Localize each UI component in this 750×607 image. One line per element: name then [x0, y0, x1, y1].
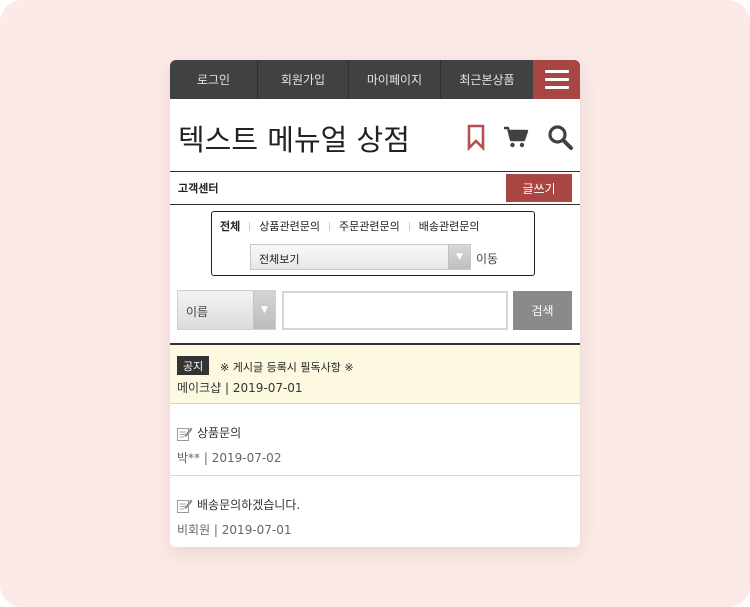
- nav-mypage[interactable]: 마이페이지: [349, 60, 441, 99]
- search-icon[interactable]: [546, 123, 574, 151]
- category-filter-box: 전체 상품관련문의 주문관련문의 배송관련문의 전체보기 ▼ 이동: [211, 211, 535, 276]
- list-item[interactable]: 배송문의하겠습니다. 비회원 | 2019-07-01: [170, 477, 580, 547]
- notice-meta: 메이크샵 | 2019-07-01: [177, 381, 303, 395]
- page-background: 로그인 회원가입 마이페이지 최근본상품 텍스트 메뉴얼 상점 고객센터 글쓰기…: [0, 0, 750, 607]
- notice-row[interactable]: 공지 ※ 게시글 등록시 필독사항 ※ 메이크샵 | 2019-07-01: [170, 343, 580, 404]
- category-all[interactable]: 전체: [220, 218, 240, 234]
- shop-header: 텍스트 메뉴얼 상점: [170, 99, 580, 171]
- category-separator: [328, 221, 330, 231]
- bookmark-icon[interactable]: [462, 123, 490, 152]
- post-meta: 비회원 | 2019-07-01: [177, 523, 292, 537]
- nav-recent-products[interactable]: 최근본상품: [441, 60, 533, 99]
- cart-icon[interactable]: [502, 123, 530, 151]
- category-order[interactable]: 주문관련문의: [339, 218, 400, 234]
- post-title[interactable]: 배송문의하겠습니다.: [197, 496, 300, 513]
- top-navigation: 로그인 회원가입 마이페이지 최근본상품: [170, 60, 580, 99]
- category-tabs: 전체 상품관련문의 주문관련문의 배송관련문의: [220, 218, 479, 234]
- board-select[interactable]: 전체보기 ▼: [250, 244, 471, 270]
- category-separator: [408, 221, 410, 231]
- header-divider: [170, 171, 580, 172]
- section-title: 고객센터: [178, 182, 219, 195]
- search-field-select[interactable]: 이름 ▼: [177, 290, 276, 330]
- list-item[interactable]: 상품문의 박** | 2019-07-02: [170, 404, 580, 476]
- nav-login[interactable]: 로그인: [170, 60, 258, 99]
- section-divider: [170, 204, 580, 205]
- nav-signup[interactable]: 회원가입: [258, 60, 349, 99]
- post-write-icon: [177, 426, 193, 441]
- search-button[interactable]: 검색: [513, 291, 572, 330]
- search-input[interactable]: [282, 291, 508, 330]
- notice-badge: 공지: [177, 356, 210, 375]
- move-button[interactable]: 이동: [476, 250, 498, 267]
- category-delivery[interactable]: 배송관련문의: [419, 218, 480, 234]
- board-select-value: 전체보기: [259, 253, 300, 266]
- category-separator: [249, 221, 251, 231]
- shop-title[interactable]: 텍스트 메뉴얼 상점: [178, 117, 410, 159]
- post-write-icon: [177, 498, 193, 513]
- dropdown-arrow-icon: ▼: [253, 291, 275, 329]
- write-button[interactable]: 글쓰기: [506, 174, 572, 202]
- post-title[interactable]: 상품문의: [197, 424, 241, 441]
- search-field-value: 이름: [186, 305, 209, 319]
- category-product[interactable]: 상품관련문의: [259, 218, 320, 234]
- post-meta: 박** | 2019-07-02: [177, 451, 282, 465]
- dropdown-arrow-icon: ▼: [448, 245, 470, 269]
- hamburger-menu-icon[interactable]: [533, 60, 580, 99]
- mobile-shop-card: 로그인 회원가입 마이페이지 최근본상품 텍스트 메뉴얼 상점 고객센터 글쓰기…: [170, 60, 580, 547]
- notice-title[interactable]: ※ 게시글 등록시 필독사항 ※: [220, 359, 354, 375]
